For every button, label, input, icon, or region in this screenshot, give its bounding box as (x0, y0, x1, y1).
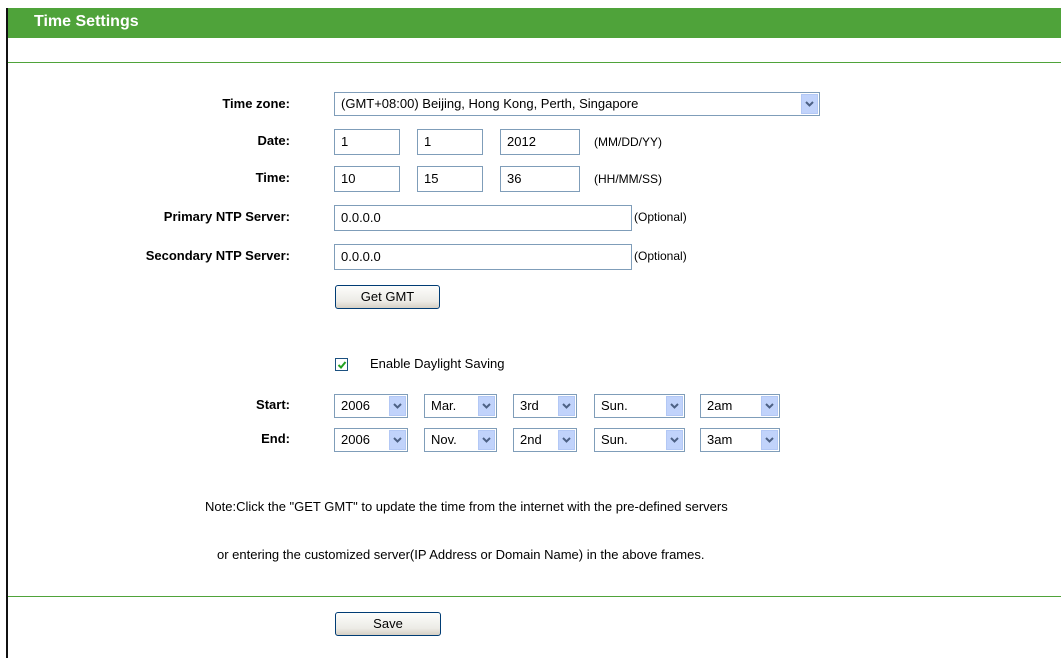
start-year-value: 2006 (341, 398, 370, 413)
chevron-down-icon[interactable] (478, 430, 495, 450)
chevron-down-icon[interactable] (666, 396, 683, 416)
start-label: Start: (256, 397, 290, 412)
chevron-down-icon[interactable] (666, 430, 683, 450)
chevron-down-icon[interactable] (558, 430, 575, 450)
end-year-value: 2006 (341, 432, 370, 447)
timezone-label: Time zone: (222, 96, 290, 111)
primary-ntp-label: Primary NTP Server: (163, 209, 290, 224)
daylight-saving-label: Enable Daylight Saving (370, 356, 505, 371)
start-month-value: Mar. (431, 398, 457, 413)
date-format-hint: (MM/DD/YY) (594, 135, 662, 149)
start-day-value: Sun. (601, 398, 628, 413)
daylight-saving-checkbox[interactable] (335, 358, 348, 371)
start-month-select[interactable]: Mar. (424, 394, 497, 418)
time-label: Time: (255, 170, 290, 185)
end-label: End: (261, 431, 290, 446)
time-minute-input[interactable]: 15 (417, 166, 483, 192)
end-month-select[interactable]: Nov. (424, 428, 497, 452)
end-hour-select[interactable]: 3am (700, 428, 780, 452)
date-month-input[interactable]: 1 (334, 129, 400, 155)
end-day-select[interactable]: Sun. (594, 428, 685, 452)
time-second-input[interactable]: 36 (500, 166, 580, 192)
primary-ntp-input[interactable]: 0.0.0.0 (334, 205, 632, 231)
note-line-2: or entering the customized server(IP Add… (217, 547, 705, 562)
chevron-down-icon[interactable] (389, 396, 406, 416)
top-divider (8, 62, 1061, 63)
page-title: Time Settings (34, 13, 139, 30)
date-day-input[interactable]: 1 (417, 129, 483, 155)
chevron-down-icon[interactable] (761, 430, 778, 450)
chevron-down-icon[interactable] (558, 396, 575, 416)
primary-ntp-hint: (Optional) (634, 210, 687, 224)
chevron-down-icon[interactable] (389, 430, 406, 450)
note-line-1: Note:Click the "GET GMT" to update the t… (205, 499, 728, 514)
date-label: Date: (257, 133, 290, 148)
timezone-value: (GMT+08:00) Beijing, Hong Kong, Perth, S… (341, 96, 639, 111)
end-week-select[interactable]: 2nd (513, 428, 577, 452)
time-format-hint: (HH/MM/SS) (594, 172, 662, 186)
date-year-input[interactable]: 2012 (500, 129, 580, 155)
start-hour-select[interactable]: 2am (700, 394, 780, 418)
time-hour-input[interactable]: 10 (334, 166, 400, 192)
end-month-value: Nov. (431, 432, 457, 447)
start-year-select[interactable]: 2006 (334, 394, 408, 418)
start-week-select[interactable]: 3rd (513, 394, 577, 418)
start-week-value: 3rd (520, 398, 539, 413)
secondary-ntp-label: Secondary NTP Server: (145, 248, 290, 263)
save-button[interactable]: Save (335, 612, 441, 636)
secondary-ntp-input[interactable]: 0.0.0.0 (334, 244, 632, 270)
checkmark-icon (337, 361, 347, 369)
chevron-down-icon[interactable] (478, 396, 495, 416)
title-bar: Time Settings (8, 8, 1061, 38)
chevron-down-icon[interactable] (761, 396, 778, 416)
start-hour-value: 2am (707, 398, 733, 413)
start-day-select[interactable]: Sun. (594, 394, 685, 418)
end-year-select[interactable]: 2006 (334, 428, 408, 452)
end-hour-value: 3am (707, 432, 733, 447)
timezone-select[interactable]: (GMT+08:00) Beijing, Hong Kong, Perth, S… (334, 92, 820, 116)
chevron-down-icon[interactable] (801, 94, 818, 114)
end-day-value: Sun. (601, 432, 628, 447)
end-week-value: 2nd (520, 432, 542, 447)
secondary-ntp-hint: (Optional) (634, 249, 687, 263)
get-gmt-button[interactable]: Get GMT (335, 285, 440, 309)
bottom-divider (8, 596, 1061, 597)
